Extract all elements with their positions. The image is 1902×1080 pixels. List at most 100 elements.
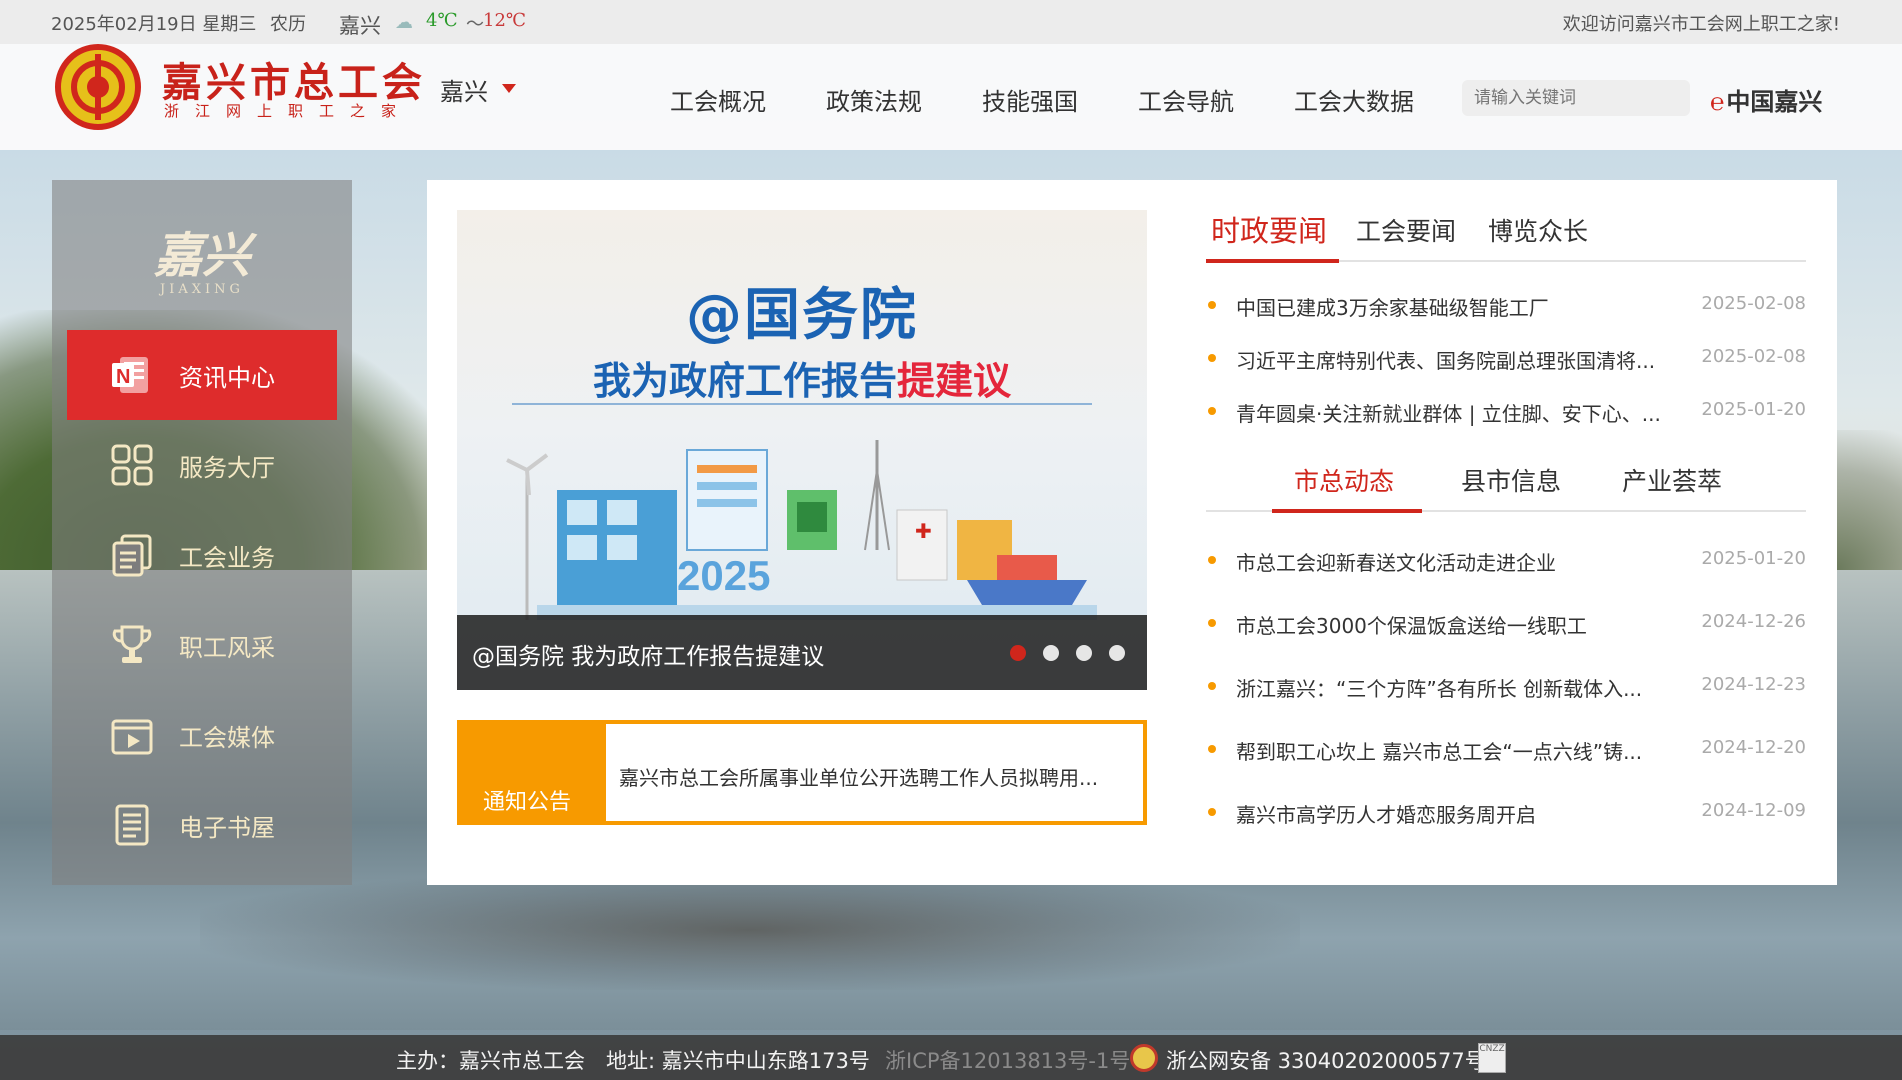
- bullet-dot-icon: [1208, 407, 1216, 415]
- news-item[interactable]: 中国已建成3万余家基础级智能工厂 2025-02-08: [1206, 290, 1806, 320]
- sidebar-item-news-center[interactable]: N 资讯中心: [67, 330, 337, 420]
- lunar-calendar-label: 农历: [270, 14, 306, 35]
- svg-text:✚: ✚: [915, 521, 932, 543]
- news-item-date: 2024-12-26: [1701, 611, 1806, 632]
- sidebar-brand-calligraphy: 嘉兴: [153, 228, 250, 284]
- sidebar-item-union-business[interactable]: 工会业务: [67, 510, 337, 600]
- region-selector[interactable]: 嘉兴: [440, 72, 488, 107]
- news-item-title[interactable]: 习近平主席特别代表、国务院副总理张国清将...: [1236, 345, 1655, 374]
- welcome-message: 欢迎访问嘉兴市工会网上职工之家!: [1562, 14, 1840, 35]
- notice-banner[interactable]: 通知公告 嘉兴市总工会所属事业单位公开选聘工作人员拟聘用...: [457, 720, 1147, 825]
- news-item-title[interactable]: 中国已建成3万余家基础级智能工厂: [1236, 292, 1549, 321]
- news-item[interactable]: 市总工会迎新春送文化活动走进企业 2025-01-20: [1206, 545, 1806, 575]
- onenote-icon: N: [109, 352, 155, 398]
- top-info-bar: 2025年02月19日 星期三 农历 嘉兴 ☁ 4℃ ～ 12℃ 欢迎访问嘉兴市…: [0, 0, 1902, 44]
- carousel-subline-highlight: 提建议: [897, 359, 1012, 403]
- carousel-dot-2[interactable]: [1043, 645, 1059, 661]
- site-header: 嘉兴市总工会 浙江网上职工之家 嘉兴 工会概况 政策法规 技能强国 工会导航 工…: [0, 44, 1902, 150]
- bullet-dot-icon: [1208, 556, 1216, 564]
- sidebar-item-ebook-house[interactable]: 电子书屋: [67, 780, 337, 870]
- news-item[interactable]: 帮到职工心坎上 嘉兴市总工会“一点六线”铸... 2024-12-20: [1206, 734, 1806, 764]
- tab-county-info[interactable]: 县市信息: [1461, 462, 1561, 498]
- carousel-dot-1[interactable]: [1010, 645, 1026, 661]
- news-item-title[interactable]: 浙江嘉兴：“三个方阵”各有所长 创新载体入...: [1236, 673, 1642, 702]
- bullet-dot-icon: [1208, 745, 1216, 753]
- current-date: 2025年02月19日 星期三: [51, 14, 257, 35]
- nav-item-overview[interactable]: 工会概况: [670, 82, 766, 117]
- news-item-date: 2025-02-08: [1701, 293, 1806, 314]
- union-emblem-logo[interactable]: [55, 44, 141, 130]
- bullet-dot-icon: [1208, 619, 1216, 627]
- nav-item-skills[interactable]: 技能强国: [982, 82, 1078, 117]
- bullet-dot-icon: [1208, 808, 1216, 816]
- bullet-dot-icon: [1208, 682, 1216, 690]
- carousel-art-year: 2025: [677, 552, 770, 599]
- news-carousel[interactable]: @国务院 我为政府工作报告提建议 2025 ✚ @国务院 我为政府工作报告提建议: [457, 210, 1147, 690]
- news-item[interactable]: 青年圆桌·关注新就业群体 | 立住脚、安下心、... 2025-01-20: [1206, 396, 1806, 426]
- bullet-dot-icon: [1208, 354, 1216, 362]
- news-item[interactable]: 习近平主席特别代表、国务院副总理张国清将... 2025-02-08: [1206, 343, 1806, 373]
- tab-union-news[interactable]: 工会要闻: [1356, 212, 1456, 248]
- news-item-date: 2025-01-20: [1701, 399, 1806, 420]
- news-item[interactable]: 市总工会3000个保温饭盒送给一线职工 2024-12-26: [1206, 608, 1806, 638]
- carousel-subline-a: 我为政府工作报告: [592, 359, 897, 403]
- svg-text:N: N: [116, 366, 130, 388]
- news-item[interactable]: 嘉兴市高学历人才婚恋服务周开启 2024-12-09: [1206, 797, 1806, 827]
- carousel-dot-3[interactable]: [1076, 645, 1092, 661]
- caret-down-icon[interactable]: [502, 84, 516, 93]
- notice-headline[interactable]: 嘉兴市总工会所属事业单位公开选聘工作人员拟聘用...: [619, 762, 1098, 791]
- active-tab-underline: [1206, 259, 1339, 263]
- news-item-title[interactable]: 市总工会迎新春送文化活动走进企业: [1236, 547, 1556, 576]
- tab-industry-highlights[interactable]: 产业荟萃: [1622, 462, 1722, 498]
- active-tab-underline: [1272, 509, 1422, 513]
- nav-item-big-data[interactable]: 工会大数据: [1294, 82, 1414, 117]
- nav-item-union-guide[interactable]: 工会导航: [1138, 82, 1234, 117]
- carousel-dot-4[interactable]: [1109, 645, 1125, 661]
- carousel-divider: [512, 403, 1092, 405]
- sidebar-item-worker-style[interactable]: 职工风采: [67, 600, 337, 690]
- nav-item-policy[interactable]: 政策法规: [826, 82, 922, 117]
- news-item-date: 2025-02-08: [1701, 346, 1806, 367]
- footer-address: 地址: 嘉兴市中山东路173号: [606, 1049, 870, 1073]
- sidebar-item-label: 电子书屋: [179, 813, 275, 842]
- temperature-low: 4℃: [426, 10, 458, 31]
- sidebar-item-union-media[interactable]: 工会媒体: [67, 690, 337, 780]
- sidebar-item-label: 工会业务: [179, 543, 275, 572]
- carousel-caption[interactable]: @国务院 我为政府工作报告提建议: [472, 637, 824, 671]
- bullet-dot-icon: [1208, 301, 1216, 309]
- sidebar-brand-sub: JIAXING: [160, 282, 244, 297]
- carousel-caption-bar[interactable]: @国务院 我为政府工作报告提建议: [457, 615, 1147, 690]
- tab-city-updates[interactable]: 市总动态: [1294, 462, 1394, 498]
- news-item-title[interactable]: 市总工会3000个保温饭盒送给一线职工: [1236, 610, 1587, 639]
- footer-icp-link[interactable]: 浙ICP备12013813号-1号: [885, 1045, 1130, 1075]
- sidebar-item-label: 资讯中心: [179, 363, 275, 392]
- china-jiaxing-logo[interactable]: ℮中国嘉兴: [1710, 82, 1822, 117]
- cnzz-badge-icon[interactable]: CNZZ: [1478, 1043, 1506, 1073]
- search-input[interactable]: [1462, 80, 1690, 116]
- news-item[interactable]: 浙江嘉兴：“三个方阵”各有所长 创新载体入... 2024-12-23: [1206, 671, 1806, 701]
- news-item-title[interactable]: 嘉兴市高学历人才婚恋服务周开启: [1236, 799, 1536, 828]
- background-reflection: [200, 870, 1300, 990]
- footer-police-record[interactable]: 浙公网安备 33040202000577号: [1166, 1045, 1486, 1075]
- news-item-date: 2024-12-09: [1701, 800, 1806, 821]
- video-icon: [109, 712, 155, 758]
- footer-host: 主办：嘉兴市总工会: [396, 1049, 585, 1073]
- tab-political-news[interactable]: 时政要闻: [1211, 208, 1327, 250]
- carousel-pagination: [993, 645, 1125, 661]
- sidebar: 嘉兴 JIAXING N 资讯中心 服务大厅 工会业务 职工风采 工会媒体 电子…: [52, 180, 352, 885]
- grid-icon: [109, 442, 155, 488]
- cloudy-icon: ☁: [395, 12, 413, 33]
- news-tabs-primary: 时政要闻 工会要闻 博览众长: [1206, 200, 1806, 263]
- carousel-illustration: 2025 ✚: [506, 440, 1097, 620]
- news-item-title[interactable]: 青年圆桌·关注新就业群体 | 立住脚、安下心、...: [1236, 398, 1661, 427]
- news-item-date: 2024-12-23: [1701, 674, 1806, 695]
- china-jiaxing-label: 中国嘉兴: [1726, 87, 1823, 116]
- temperature-separator: ～: [466, 14, 484, 35]
- notice-tag[interactable]: 通知公告: [461, 724, 606, 821]
- sidebar-item-service-hall[interactable]: 服务大厅: [67, 420, 337, 510]
- sidebar-item-label: 服务大厅: [179, 453, 275, 482]
- tab-broad-view[interactable]: 博览众长: [1488, 212, 1588, 248]
- sidebar-item-label: 工会媒体: [179, 723, 275, 752]
- news-item-title[interactable]: 帮到职工心坎上 嘉兴市总工会“一点六线”铸...: [1236, 736, 1642, 765]
- notice-tag-label: 通知公告: [483, 790, 572, 815]
